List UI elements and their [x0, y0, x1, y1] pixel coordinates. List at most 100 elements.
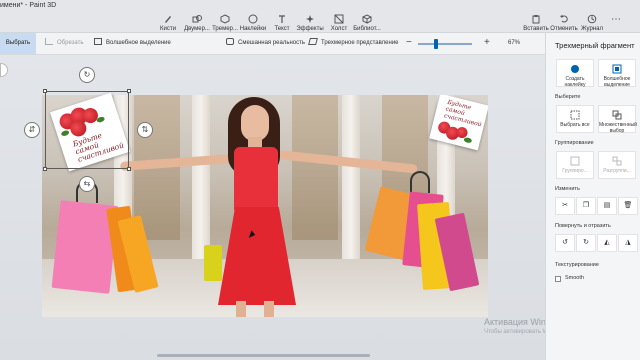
select-all-label: Выбрать все [560, 122, 590, 128]
zoom-slider-thumb[interactable] [434, 39, 438, 49]
brush-icon [165, 16, 171, 23]
paste-icon: ▤ [603, 202, 611, 209]
multi-select-icon [612, 110, 622, 120]
resize-handle[interactable] [127, 89, 131, 93]
panel-title: Трехмерный фрагмент [555, 41, 635, 50]
woman-leg [236, 301, 246, 317]
group-icon [570, 156, 580, 166]
zoom-out-button[interactable]: − [406, 37, 412, 49]
library-icon [362, 14, 372, 24]
tool-options-bar: Выбрать Обрезать Волшебное выделение Сме… [0, 33, 545, 55]
magic-select-panel-label: Волшебное выделение [603, 76, 631, 88]
select-tool-button[interactable]: Выбрать [0, 33, 36, 54]
smooth-checkbox[interactable] [555, 276, 561, 282]
mixed-reality-icon [226, 38, 234, 45]
select-section-label: Выберите [555, 94, 581, 100]
rotate-icon: ⇅ [141, 125, 149, 134]
magic-select-label: Волшебное выделение [106, 40, 171, 46]
mixed-reality-label: Смешанная реальность [238, 40, 305, 46]
ribbon-stickers-label: Наклейки [239, 26, 267, 32]
zoom-level: 67% [508, 40, 521, 46]
flip-horizontal-button[interactable]: ◭ [597, 234, 617, 252]
3d-view-button[interactable]: Трехмерное представление [308, 33, 399, 54]
ribbon-library-button[interactable]: Библиот... [349, 14, 385, 32]
copy-button[interactable]: ❐ [576, 197, 596, 215]
flip-vertical-icon: ◮ [625, 239, 631, 246]
select-all-icon [570, 110, 580, 120]
copy-icon: ❐ [582, 202, 590, 209]
magic-select-icon [94, 38, 102, 45]
history-label: Журнал [581, 26, 603, 32]
crop-button[interactable]: Обрезать [45, 33, 83, 54]
resize-handle[interactable] [127, 167, 131, 171]
depth-handle[interactable]: ⇆ [79, 176, 95, 192]
magic-select-icon [612, 64, 622, 74]
ungroup-icon [612, 156, 622, 166]
woman-face [241, 105, 269, 141]
delete-icon: 🗑 [623, 202, 633, 209]
mixed-reality-button[interactable]: Смешанная реальность [226, 33, 305, 54]
crop-icon [45, 38, 53, 45]
more-menu-button[interactable]: ⋯ [604, 14, 628, 25]
yellow-handbag [204, 245, 222, 281]
selection-box[interactable] [43, 89, 131, 171]
window-title: имени* - Paint 3D [0, 2, 57, 9]
magic-select-panel-button[interactable]: Волшебное выделение [598, 59, 636, 88]
rotate-section-label: Повернуть и отразить [555, 223, 611, 229]
flip-horizontal-icon: ◭ [604, 239, 610, 246]
cut-icon: ✂ [562, 202, 568, 209]
smooth-label: Smooth [565, 275, 584, 281]
ribbon-canvas-label: Холст [330, 26, 348, 32]
zoom-in-button[interactable]: + [484, 37, 490, 49]
ribbon-brushes-label: Кисти [160, 26, 176, 32]
history-icon [587, 14, 597, 24]
make-sticker-label: Создать наклейку [564, 76, 586, 88]
rotate-z-handle[interactable]: ↻ [79, 67, 95, 83]
make-sticker-icon [571, 65, 579, 73]
rotate-y-handle[interactable]: ⇵ [24, 122, 40, 138]
leaf [463, 136, 473, 144]
2d-shapes-icon [192, 15, 202, 23]
canvas-workspace[interactable]: Будьте самой счастливой Будьте самой сча… [0, 55, 545, 360]
ungroup-button[interactable]: Разгруппи... [598, 151, 636, 179]
woman-leg [264, 301, 274, 317]
rotate-left-icon: ↺ [562, 239, 568, 246]
paste-icon [532, 15, 540, 24]
effects-icon [306, 15, 314, 23]
rotate-x-handle[interactable]: ⇅ [137, 122, 153, 138]
rotate-right-icon: ↻ [583, 239, 589, 246]
more-icon: ⋯ [611, 14, 621, 25]
3d-view-icon [308, 38, 318, 45]
bag-handle [410, 171, 430, 193]
group-button[interactable]: Группиро... [556, 151, 594, 179]
horizontal-scrollbar[interactable] [157, 354, 370, 357]
resize-handle[interactable] [43, 89, 47, 93]
multi-select-button[interactable]: Множественный выбор [598, 105, 637, 134]
zoom-slider-track[interactable] [418, 43, 472, 45]
text-icon [279, 15, 285, 23]
undo-icon [560, 15, 568, 23]
cut-button[interactable]: ✂ [555, 197, 575, 215]
flip-vertical-button[interactable]: ◮ [618, 234, 638, 252]
red-dress-top [234, 147, 278, 213]
expand-sidebar-handle[interactable] [0, 63, 8, 77]
red-dress-skirt [218, 207, 296, 305]
resize-handle[interactable] [43, 167, 47, 171]
delete-button[interactable]: 🗑 [618, 197, 638, 215]
3d-selection-panel: Трехмерный фрагмент Создать наклейку Вол… [545, 33, 640, 360]
rotate-right-button[interactable]: ↻ [576, 234, 596, 252]
select-all-button[interactable]: Выбрать все [556, 105, 594, 133]
crop-label: Обрезать [57, 40, 84, 46]
ungroup-label: Разгруппи... [603, 168, 631, 174]
make-sticker-button[interactable]: Создать наклейку [556, 59, 594, 88]
magic-select-button[interactable]: Волшебное выделение [94, 33, 171, 54]
rotate-icon: ↻ [83, 70, 91, 79]
rotate-left-button[interactable]: ↺ [555, 234, 575, 252]
paste-panel-button[interactable]: ▤ [597, 197, 617, 215]
canvas-icon [334, 14, 344, 24]
edit-section-label: Изменить [555, 186, 580, 192]
rotate-icon: ⇵ [28, 125, 36, 134]
background-window [292, 95, 338, 240]
paste-label: Вставить [523, 26, 549, 32]
3d-shapes-icon [220, 14, 230, 24]
